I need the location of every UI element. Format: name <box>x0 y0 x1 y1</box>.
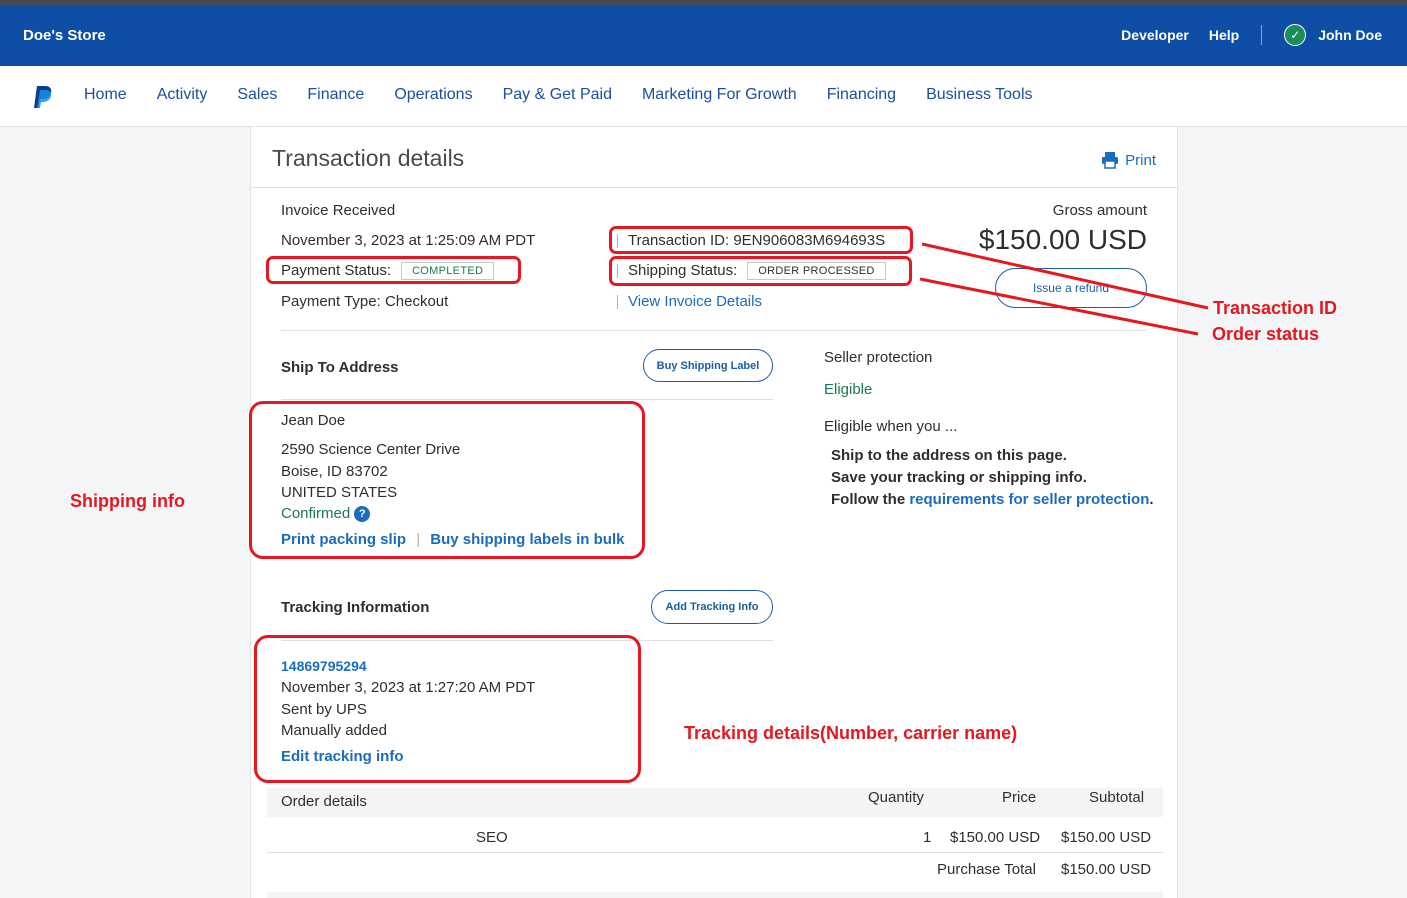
annotation-transaction-id: Transaction ID <box>1213 298 1338 318</box>
annotation-arrows <box>919 242 1209 336</box>
annotation-shipping-info: Shipping info <box>70 491 185 511</box>
annotation-tracking-details: Tracking details(Number, carrier name) <box>684 723 1018 743</box>
annotation-order-status: Order status <box>1212 324 1320 344</box>
